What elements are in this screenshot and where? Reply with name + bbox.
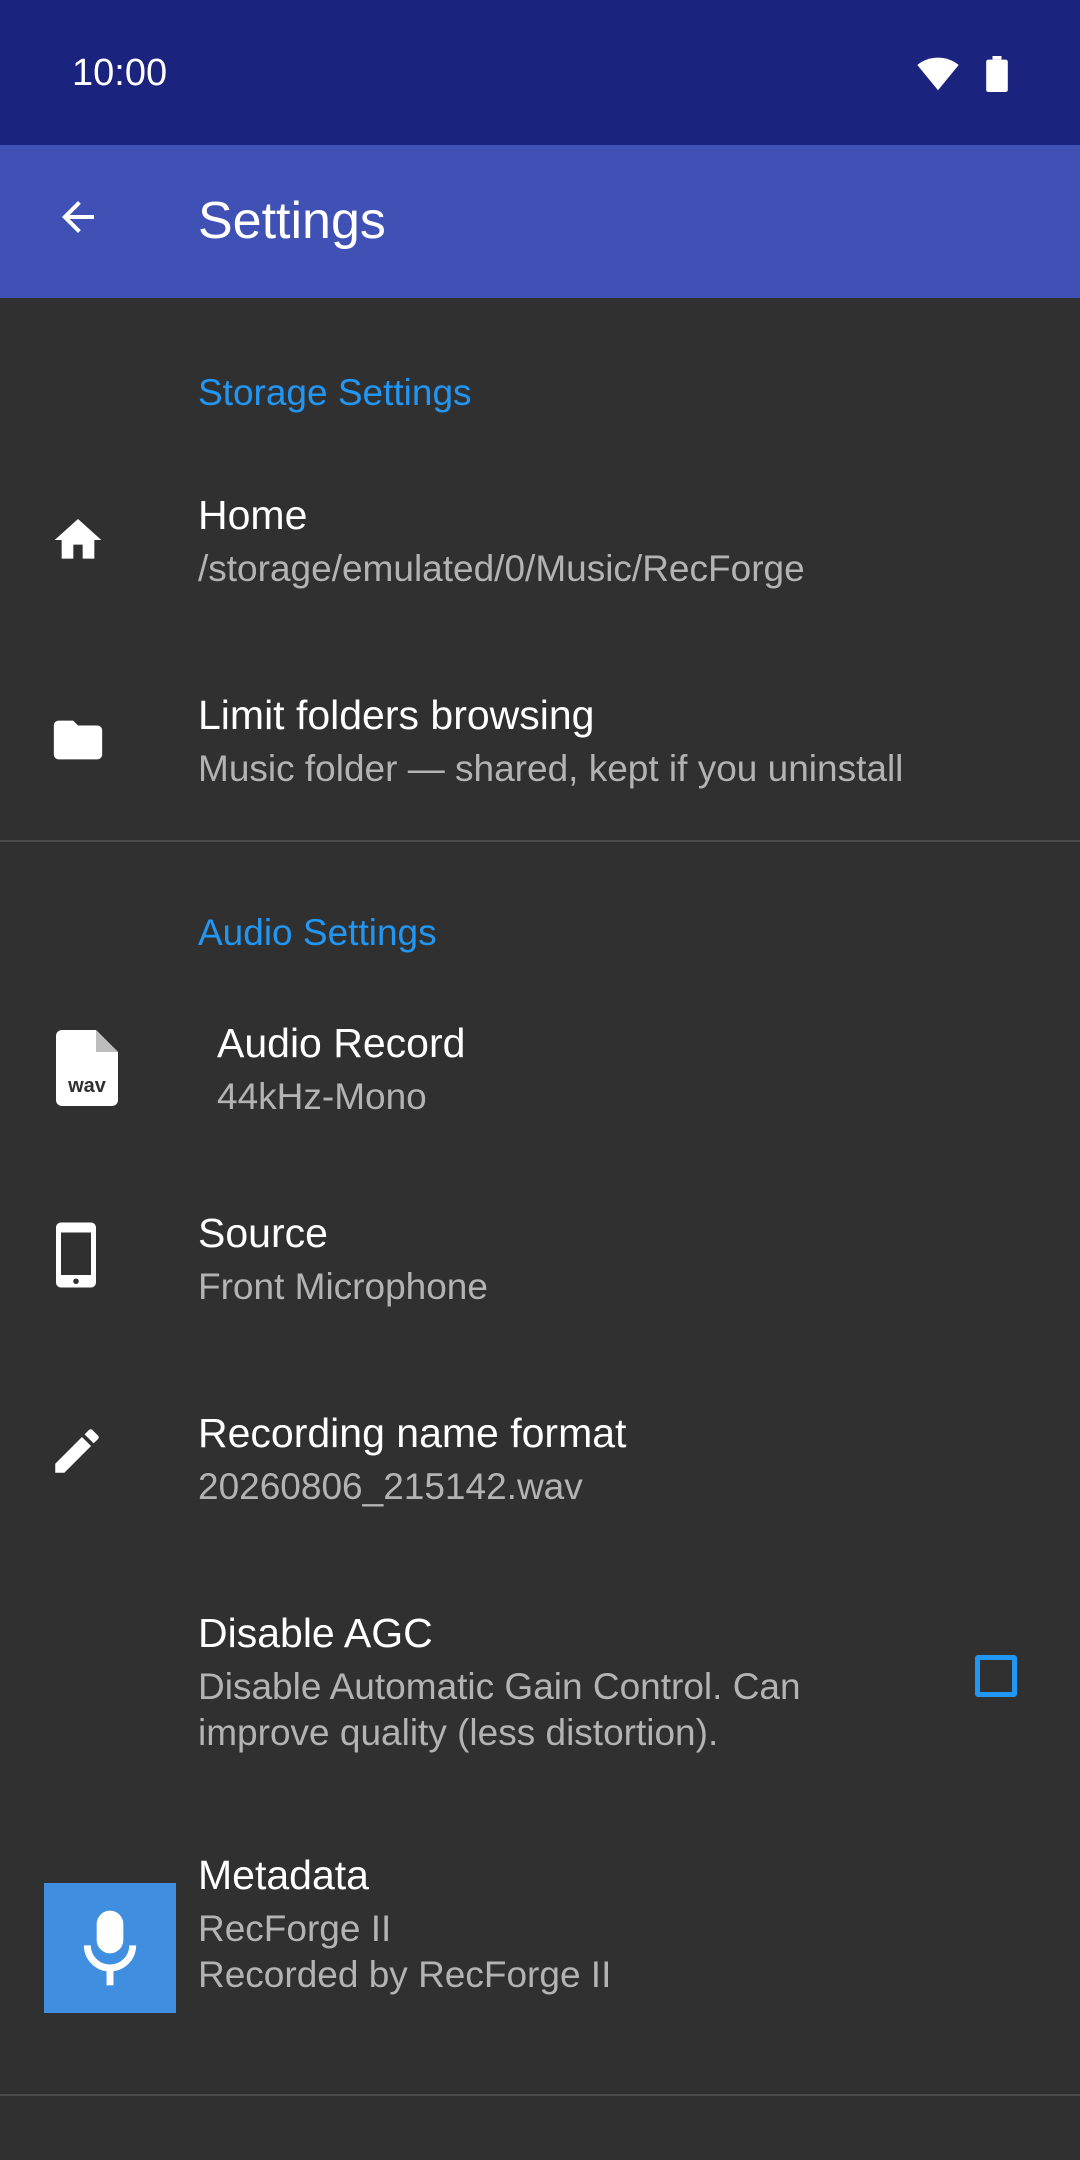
app-bar: Settings [0,145,1080,298]
pref-audio-record[interactable]: wav Audio Record 44kHz-Mono [0,1000,1080,1140]
pref-limit-folders[interactable]: Limit folders browsing Music folder — sh… [0,670,1080,810]
pref-title: Limit folders browsing [198,692,595,738]
status-icons [916,56,1008,92]
section-divider [0,840,1080,842]
pref-title: Metadata [198,1852,369,1898]
home-icon [48,510,108,570]
back-button[interactable] [46,185,110,249]
edit-pencil-icon [46,1420,108,1482]
section-header-audio: Audio Settings [198,912,437,953]
folder-icon [48,710,108,770]
pref-summary-line2: Recorded by RecForge II [198,1954,612,1995]
pref-summary: Music folder — shared, kept if you unins… [198,748,904,789]
pref-summary: Front Microphone [198,1266,488,1307]
section-divider [0,2094,1080,2096]
pref-name-format[interactable]: Recording name format 20260806_215142.wa… [0,1390,1080,1530]
battery-icon [986,56,1008,92]
phone-icon [46,1220,106,1290]
pref-summary: 44kHz-Mono [217,1076,427,1117]
pref-disable-agc[interactable]: Disable AGC Disable Automatic Gain Contr… [0,1590,1080,1770]
pref-summary: /storage/emulated/0/Music/RecForge [198,548,805,589]
pref-metadata[interactable]: Metadata RecForge II Recorded by RecForg… [0,1840,1080,2040]
pref-title: Home [198,492,308,538]
page-title: Settings [198,192,386,250]
arrow-back-icon [62,201,94,233]
status-bar: 10:00 [0,0,1080,145]
pref-title: Source [198,1210,328,1256]
pref-source[interactable]: Source Front Microphone [0,1190,1080,1330]
section-header-storage: Storage Settings [198,372,472,413]
microphone-icon [44,1883,176,2013]
pref-summary: 20260806_215142.wav [198,1466,583,1507]
pref-title: Disable AGC [198,1610,433,1656]
pref-title: Audio Record [217,1020,466,1066]
pref-title: Recording name format [198,1410,627,1456]
wav-icon-label: wav [67,1075,107,1097]
status-time: 10:00 [72,52,168,94]
pref-summary: Disable Automatic Gain Control. Can impr… [198,1666,801,1753]
pref-summary-line1: RecForge II [198,1908,392,1949]
disable-agc-checkbox[interactable] [975,1655,1017,1697]
pref-home[interactable]: Home /storage/emulated/0/Music/RecForge [0,470,1080,610]
wifi-icon [917,57,959,91]
wav-file-icon: wav [56,1030,118,1106]
